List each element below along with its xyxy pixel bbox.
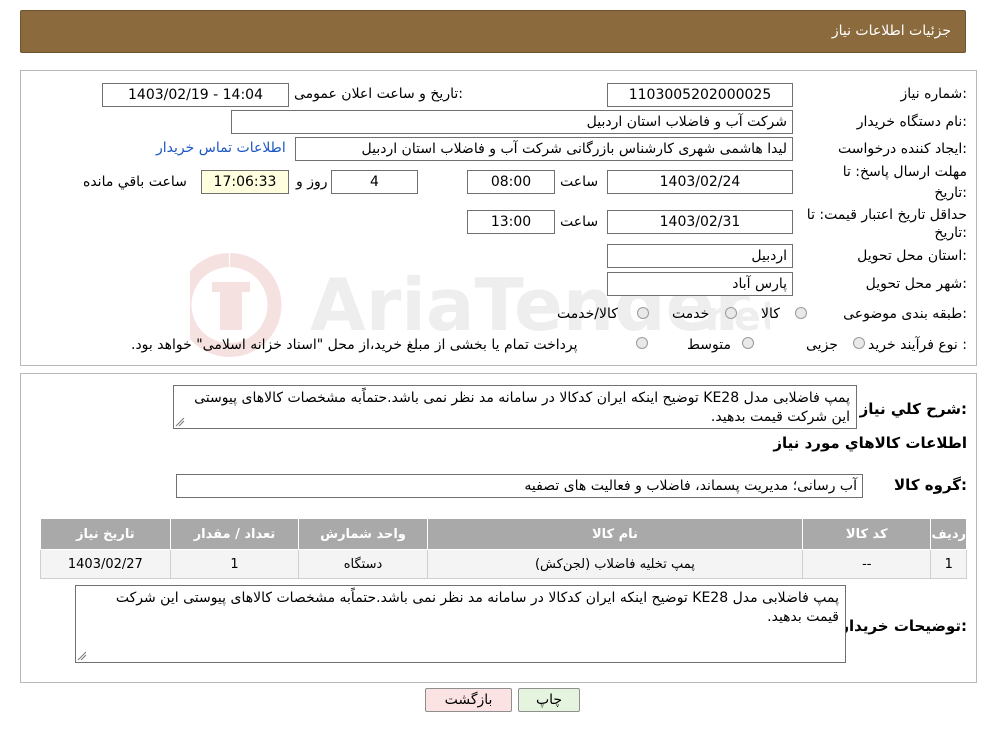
cell-quantity: 1 (169, 549, 300, 579)
buyer-notes-textarea: پمپ فاضلابی مدل KE28 توضیح اینکه ایران ک… (75, 585, 846, 663)
province-label: استان محل تحویل: (857, 248, 967, 264)
days-label: روز و (296, 174, 328, 190)
need-number-field: 1103005202000025 (607, 83, 793, 107)
announce-date-label: تاریخ و ساعت اعلان عمومی: (294, 86, 463, 102)
cell-need-date: 1403/02/27 (40, 549, 171, 579)
buyer-contact-link[interactable]: اطلاعات تماس خریدار (156, 140, 286, 156)
resize-grip-icon[interactable] (175, 417, 185, 427)
goods-group-label: گروه کالا: (894, 476, 967, 494)
city-label: شهر محل تحویل: (865, 276, 967, 292)
col-code: کد کالا (802, 518, 932, 550)
city-field: پارس آباد (607, 272, 793, 296)
category-goods-label: کالا (761, 306, 780, 322)
buyer-org-label: نام دستگاه خریدار: (856, 114, 967, 130)
remaining-time-label: ساعت باقي مانده (83, 174, 187, 190)
category-label: طبقه بندی موضوعی: (843, 306, 967, 322)
remaining-days-field: 4 (331, 170, 418, 194)
creator-label: ایجاد کننده درخواست: (838, 141, 967, 157)
cell-unit: دستگاه (298, 549, 428, 579)
page-header: جزئیات اطلاعات نیاز (20, 10, 966, 53)
resize-grip-icon[interactable] (77, 651, 87, 661)
buyer-org-field: شرکت آب و فاضلاب استان اردبیل (231, 110, 793, 134)
category-service-radio[interactable] (725, 307, 737, 319)
announce-date-field: 1403/02/19 - 14:04 (102, 83, 289, 107)
need-number-label: شماره نیاز: (900, 86, 967, 102)
deadline-label-date: تاریخ: (934, 185, 967, 201)
province-field: اردبیل (607, 244, 793, 268)
deadline-time-field: 08:00 (467, 170, 555, 194)
validity-label: حداقل تاریخ اعتبار قیمت: تا (806, 207, 967, 223)
print-button[interactable]: چاپ (518, 688, 580, 712)
process-medium-radio[interactable] (742, 337, 754, 349)
table-row: 1 -- پمپ تخلیه فاضلاب (لجن‌کش) دستگاه 1 … (40, 549, 967, 579)
process-treasury-checkbox[interactable] (636, 337, 648, 349)
process-minor-radio[interactable] (853, 337, 865, 349)
process-medium-label: متوسط (687, 337, 731, 353)
summary-label: شرح كلي نياز: (859, 400, 967, 418)
category-both-radio[interactable] (637, 307, 649, 319)
process-minor-label: جزیی (806, 337, 838, 353)
validity-label-date: تاریخ: (934, 225, 967, 241)
col-unit: واحد شمارش (298, 518, 428, 550)
process-note: پرداخت تمام یا بخشی از مبلغ خرید،از محل … (131, 337, 578, 353)
col-quantity: تعداد / مقدار (169, 518, 300, 550)
summary-textarea: پمپ فاضلابی مدل KE28 توضیح اینکه ایران ک… (173, 385, 857, 429)
remaining-time-field: 17:06:33 (201, 170, 289, 194)
col-need-date: تاریخ نیاز (40, 518, 171, 550)
goods-group-field: آب رسانی؛ مدیریت پسماند، فاضلاب و فعالیت… (176, 474, 863, 498)
category-goods-radio[interactable] (795, 307, 807, 319)
deadline-date-field: 1403/02/24 (607, 170, 793, 194)
items-table-header: رديف کد کالا نام کالا واحد شمارش تعداد /… (40, 518, 967, 550)
category-both-label: کالا/خدمت (557, 306, 618, 322)
validity-date-field: 1403/02/31 (607, 210, 793, 234)
deadline-label: مهلت ارسال پاسخ: تا (842, 164, 967, 180)
col-name: نام کالا (426, 518, 804, 550)
validity-time-label: ساعت (560, 214, 599, 230)
cell-row: 1 (930, 549, 967, 579)
col-row: رديف (930, 518, 967, 550)
category-service-label: خدمت (672, 306, 710, 322)
buyer-notes-label: توضیحات خریدار: (840, 617, 967, 635)
cell-code: -- (802, 549, 932, 579)
items-section-title: اطلاعات کالاهاي مورد نياز (773, 434, 967, 452)
deadline-time-label: ساعت (560, 174, 599, 190)
process-type-label: نوع فرآیند خرید : (868, 337, 967, 353)
validity-time-field: 13:00 (467, 210, 555, 234)
buyer-notes-text: پمپ فاضلابی مدل KE28 توضیح اینکه ایران ک… (115, 590, 839, 625)
back-button[interactable]: بازگشت (425, 688, 512, 712)
creator-field: لیدا هاشمی شهری کارشناس بازرگانی شرکت آب… (295, 137, 793, 161)
summary-text: پمپ فاضلابی مدل KE28 توضیح اینکه ایران ک… (194, 390, 850, 425)
items-table: رديف کد کالا نام کالا واحد شمارش تعداد /… (40, 518, 967, 579)
page-title: جزئیات اطلاعات نیاز (831, 23, 951, 39)
cell-name: پمپ تخلیه فاضلاب (لجن‌کش) (426, 549, 804, 579)
